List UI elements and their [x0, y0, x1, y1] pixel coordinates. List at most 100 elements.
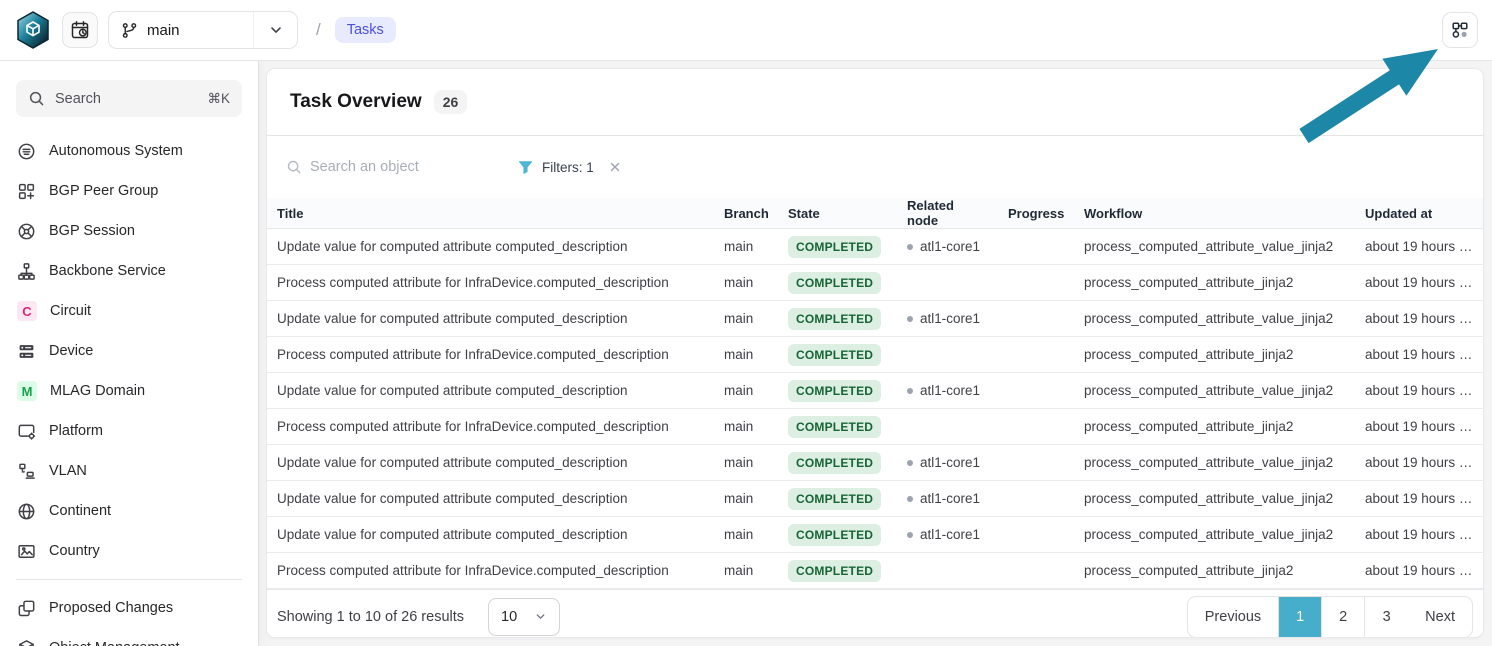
cell-updated-at: about 19 hours ago [1355, 445, 1483, 481]
sidebar-item-continent[interactable]: Continent [0, 491, 258, 531]
state-badge: COMPLETED [788, 560, 881, 582]
state-badge: COMPLETED [788, 524, 881, 546]
cell-related-node: atl1-core1 [897, 445, 998, 481]
cell-related-node [897, 337, 998, 373]
cell-related-node [897, 553, 998, 589]
cell-workflow: process_computed_attribute_value_jinja2 [1074, 373, 1355, 409]
cell-progress [998, 301, 1074, 337]
bgp-peer-group-icon [17, 182, 36, 201]
cell-state: COMPLETED [778, 229, 897, 265]
object-management-icon [17, 639, 36, 646]
col-title: Title [267, 198, 714, 229]
table-row[interactable]: Update value for computed attribute comp… [267, 301, 1483, 337]
breadcrumb-tasks[interactable]: Tasks [335, 17, 396, 43]
cell-title: Update value for computed attribute comp… [267, 229, 714, 265]
cell-title: Update value for computed attribute comp… [267, 373, 714, 409]
col-updated-at: Updated at [1355, 198, 1483, 229]
sidebar-item-vlan[interactable]: VLAN [0, 451, 258, 491]
cell-progress [998, 445, 1074, 481]
sidebar-item-label: Device [49, 343, 93, 359]
sidebar: ⌘K Autonomous System BGP Peer Group BGP … [0, 61, 258, 646]
sidebar-item-device[interactable]: Device [0, 331, 258, 371]
page-button-1[interactable]: 1 [1279, 597, 1322, 637]
sidebar-item-platform[interactable]: Platform [0, 411, 258, 451]
schema-icon [1450, 20, 1470, 40]
cell-related-node: atl1-core1 [897, 229, 998, 265]
git-branch-icon [121, 22, 138, 39]
cell-state: COMPLETED [778, 373, 897, 409]
col-workflow: Workflow [1074, 198, 1355, 229]
sidebar-item-label: Proposed Changes [49, 600, 173, 616]
sidebar-search[interactable]: ⌘K [16, 80, 242, 117]
cell-progress [998, 409, 1074, 445]
sidebar-item-autonomous-system[interactable]: Autonomous System [0, 131, 258, 171]
previous-page-button[interactable]: Previous [1188, 597, 1279, 637]
page-size-select[interactable]: 10 [488, 598, 560, 636]
sidebar-item-object-management[interactable]: Object Management [0, 628, 258, 646]
cell-updated-at: about 19 hours ago [1355, 481, 1483, 517]
cell-updated-at: about 19 hours ago [1355, 409, 1483, 445]
state-badge: COMPLETED [788, 308, 881, 330]
cell-workflow: process_computed_attribute_jinja2 [1074, 337, 1355, 373]
page-button-3[interactable]: 3 [1365, 597, 1408, 637]
table-header-row: Title Branch State Related node Progress… [267, 198, 1483, 229]
sidebar-search-input[interactable] [55, 91, 197, 107]
cell-progress [998, 373, 1074, 409]
device-icon [17, 342, 36, 361]
sidebar-item-label: VLAN [49, 463, 87, 479]
page-title: Task Overview [290, 91, 422, 113]
node-dot-icon [907, 244, 913, 250]
branch-selector[interactable]: main [108, 11, 298, 49]
sidebar-item-country[interactable]: Country [0, 531, 258, 571]
cell-workflow: process_computed_attribute_jinja2 [1074, 553, 1355, 589]
table-row[interactable]: Update value for computed attribute comp… [267, 229, 1483, 265]
sidebar-item-bgp-peer-group[interactable]: BGP Peer Group [0, 171, 258, 211]
object-search-input[interactable] [310, 159, 498, 175]
country-map-icon [17, 542, 36, 561]
cell-related-node: atl1-core1 [897, 517, 998, 553]
sidebar-item-label: BGP Peer Group [49, 183, 158, 199]
sidebar-item-bgp-session[interactable]: BGP Session [0, 211, 258, 251]
table-row[interactable]: Update value for computed attribute comp… [267, 481, 1483, 517]
cell-updated-at: about 19 hours ago [1355, 229, 1483, 265]
cell-workflow: process_computed_attribute_value_jinja2 [1074, 517, 1355, 553]
state-badge: COMPLETED [788, 272, 881, 294]
state-badge: COMPLETED [788, 344, 881, 366]
cell-workflow: process_computed_attribute_value_jinja2 [1074, 229, 1355, 265]
sidebar-item-label: Continent [49, 503, 111, 519]
cell-progress [998, 265, 1074, 301]
cell-title: Update value for computed attribute comp… [267, 517, 714, 553]
sidebar-item-backbone-service[interactable]: Backbone Service [0, 251, 258, 291]
infrahub-logo[interactable] [14, 10, 52, 50]
node-dot-icon [907, 316, 913, 322]
object-search[interactable] [286, 159, 498, 175]
cell-state: COMPLETED [778, 301, 897, 337]
col-progress: Progress [998, 198, 1074, 229]
table-row[interactable]: Update value for computed attribute comp… [267, 373, 1483, 409]
cell-progress [998, 229, 1074, 265]
sidebar-item-proposed-changes[interactable]: Proposed Changes [0, 588, 258, 628]
table-row[interactable]: Process computed attribute for InfraDevi… [267, 265, 1483, 301]
cell-workflow: process_computed_attribute_value_jinja2 [1074, 481, 1355, 517]
cell-branch: main [714, 229, 778, 265]
table-row[interactable]: Update value for computed attribute comp… [267, 517, 1483, 553]
sidebar-item-mlag-domain[interactable]: M MLAG Domain [0, 371, 258, 411]
node-dot-icon [907, 532, 913, 538]
branch-selector-caret[interactable] [253, 12, 297, 48]
cell-workflow: process_computed_attribute_jinja2 [1074, 265, 1355, 301]
table-row[interactable]: Process computed attribute for InfraDevi… [267, 553, 1483, 589]
table-row[interactable]: Process computed attribute for InfraDevi… [267, 337, 1483, 373]
filters-label: Filters: 1 [542, 160, 594, 175]
next-page-button[interactable]: Next [1408, 597, 1472, 637]
sidebar-item-circuit[interactable]: C Circuit [0, 291, 258, 331]
task-overview-card: Task Overview 26 Filters: 1 Titl [266, 68, 1484, 638]
table-row[interactable]: Process computed attribute for InfraDevi… [267, 409, 1483, 445]
clear-filters-icon[interactable] [608, 160, 622, 174]
time-travel-button[interactable] [62, 12, 98, 48]
page-button-2[interactable]: 2 [1322, 597, 1365, 637]
cell-state: COMPLETED [778, 409, 897, 445]
schema-visualizer-button[interactable] [1442, 12, 1478, 48]
cell-workflow: process_computed_attribute_value_jinja2 [1074, 445, 1355, 481]
filters-button[interactable]: Filters: 1 [518, 160, 594, 175]
table-row[interactable]: Update value for computed attribute comp… [267, 445, 1483, 481]
